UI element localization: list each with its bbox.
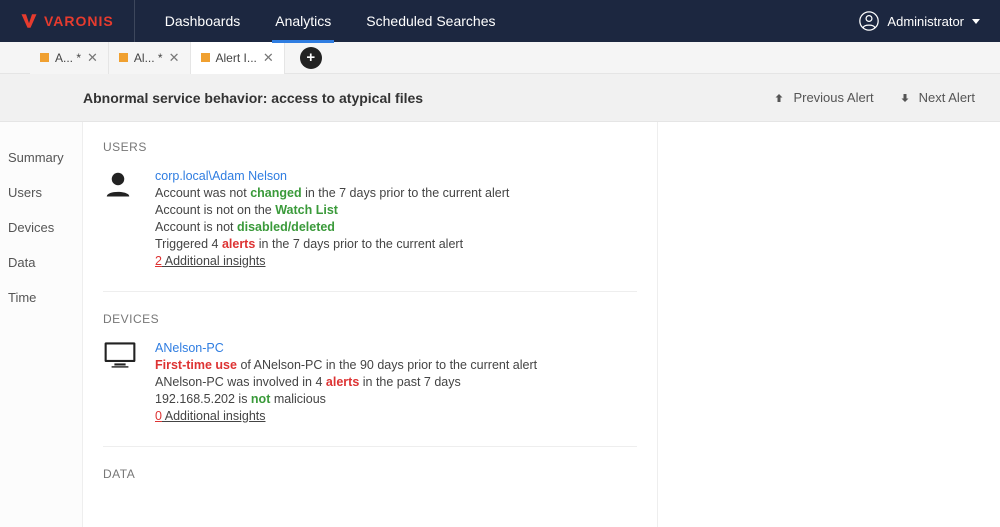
sidebar-item-time[interactable]: Time [0,280,82,315]
user-icon [103,169,133,199]
brand-text: VARONIS [44,0,114,42]
tab-indicator-icon [40,53,49,62]
data-section-title: DATA [103,467,637,481]
close-icon[interactable]: ✕ [87,50,98,66]
devices-line-2: ANelson-PC was involved in 4 alerts in t… [155,375,637,389]
sidebar: Summary Users Devices Data Time [0,122,83,527]
device-principal-link[interactable]: ANelson-PC [155,341,224,355]
content-wrap: USERS corp.local\Adam Nelson Account was… [83,122,1000,527]
alert-title: Abnormal service behavior: access to aty… [83,90,423,106]
user-avatar-icon [859,11,879,31]
tab-label: Alert I... [216,51,257,65]
nav-links: Dashboards Analytics Scheduled Searches [165,0,496,42]
tab-2[interactable]: Alert I... ✕ [191,42,285,74]
devices-line-3: 192.168.5.202 is not malicious [155,392,637,406]
alert-header-bar: Abnormal service behavior: access to aty… [0,74,1000,122]
close-icon[interactable]: ✕ [263,50,274,66]
users-line-4: Triggered 4 alerts in the 7 days prior t… [155,237,637,251]
nav-analytics[interactable]: Analytics [275,0,331,42]
previous-alert-label: Previous Alert [793,90,873,105]
users-additional-insights[interactable]: 2 Additional insights [155,254,637,268]
right-pane [658,122,1000,527]
users-line-3: Account is not disabled/deleted [155,220,637,234]
users-line-2: Account is not on the Watch List [155,203,637,217]
tab-bar: A... * ✕ Al... * ✕ Alert I... ✕ + [0,42,1000,74]
user-name: Administrator [887,14,964,29]
tab-0[interactable]: A... * ✕ [30,42,109,74]
next-alert-label: Next Alert [919,90,975,105]
close-icon[interactable]: ✕ [169,50,180,66]
devices-section-title: DEVICES [103,312,637,326]
tab-1[interactable]: Al... * ✕ [109,42,191,74]
tab-label: A... * [55,51,81,65]
top-navbar: VARONIS Dashboards Analytics Scheduled S… [0,0,1000,42]
devices-line-1: First-time use of ANelson-PC in the 90 d… [155,358,637,372]
add-tab-button[interactable]: + [300,47,322,69]
sidebar-item-data[interactable]: Data [0,245,82,280]
arrow-down-icon [899,92,911,104]
chevron-down-icon [972,19,980,24]
next-alert-button[interactable]: Next Alert [899,90,975,105]
sidebar-item-users[interactable]: Users [0,175,82,210]
nav-dashboards[interactable]: Dashboards [165,0,241,42]
tab-indicator-icon [201,53,210,62]
previous-alert-button[interactable]: Previous Alert [773,90,873,105]
devices-section: DEVICES ANelson-PC First-time use of ANe… [103,312,637,447]
user-menu[interactable]: Administrator [859,11,980,31]
arrow-up-icon [773,92,785,104]
sidebar-item-summary[interactable]: Summary [0,140,82,175]
sidebar-item-devices[interactable]: Devices [0,210,82,245]
nav-scheduled-searches[interactable]: Scheduled Searches [366,0,495,42]
main-area: Summary Users Devices Data Time USERS co… [0,122,1000,527]
users-line-1: Account was not changed in the 7 days pr… [155,186,637,200]
users-section-title: USERS [103,140,637,154]
data-section: DATA [103,467,637,481]
tab-label: Al... * [134,51,163,65]
monitor-icon [103,341,137,369]
brand: VARONIS [20,0,135,42]
devices-additional-insights[interactable]: 0 Additional insights [155,409,637,423]
tab-indicator-icon [119,53,128,62]
user-principal-link[interactable]: corp.local\Adam Nelson [155,169,287,183]
brand-logo-icon [20,12,38,30]
users-section: USERS corp.local\Adam Nelson Account was… [103,140,637,292]
content-panel: USERS corp.local\Adam Nelson Account was… [83,122,658,527]
